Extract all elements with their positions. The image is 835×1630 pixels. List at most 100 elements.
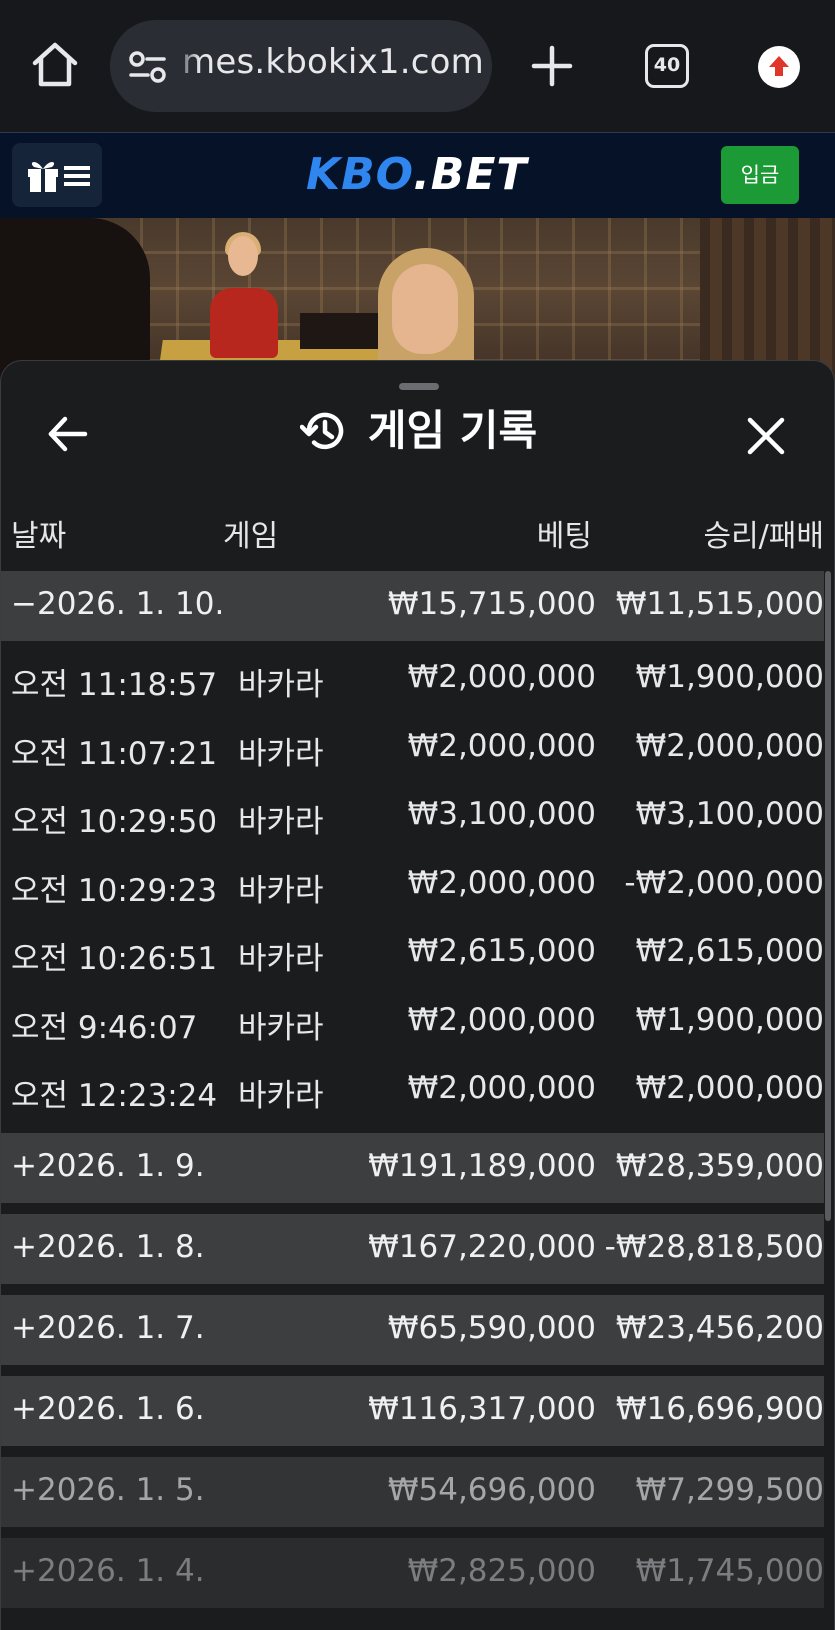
column-header-win-loss: 승리/패배 xyxy=(703,519,824,554)
day-win-loss-total: ₩16,696,900 xyxy=(615,1390,824,1427)
dealer-main-face xyxy=(392,264,458,354)
column-header-date: 날짜 xyxy=(11,519,67,554)
entry-time: 오전 11:07:21 xyxy=(11,735,218,772)
list-item: 오전 11:18:57 바카라 ₩2,000,000 ₩1,900,000 xyxy=(1,647,824,716)
day-bet-total: ₩54,696,000 xyxy=(387,1471,596,1508)
address-bar[interactable]: mes.kbokix1.com xyxy=(110,20,492,112)
entry-win-loss: ₩2,615,000 xyxy=(635,933,824,969)
gift-icon xyxy=(26,158,60,198)
day-date: −2026. 1. 10. xyxy=(11,586,225,622)
entry-game: 바카라 xyxy=(238,941,324,977)
day-win-loss-total: -₩28,818,500 xyxy=(604,1228,824,1265)
list-item: 오전 10:29:50 바카라 ₩3,100,000 ₩3,100,000 xyxy=(1,784,824,853)
tune-icon[interactable] xyxy=(128,50,168,84)
deposit-button[interactable]: 입금 xyxy=(721,146,799,204)
entry-game: 바카라 xyxy=(238,1009,324,1046)
url-text[interactable]: mes.kbokix1.com xyxy=(182,42,484,82)
day-bet-total: ₩2,825,000 xyxy=(407,1552,596,1589)
plus-icon[interactable] xyxy=(530,44,574,88)
entry-time: 오전 12:23:24 xyxy=(11,1078,218,1114)
day-bet-total: ₩15,715,000 xyxy=(387,586,596,622)
entry-game: 바카라 xyxy=(238,735,324,772)
entry-bet: ₩3,100,000 xyxy=(407,796,596,832)
scrollbar[interactable] xyxy=(825,571,831,1221)
column-header-game: 게임 xyxy=(223,519,279,554)
dealer-background xyxy=(210,288,278,358)
entry-win-loss: ₩2,000,000 xyxy=(635,727,824,764)
update-icon[interactable] xyxy=(758,46,800,88)
day-win-loss-total: ₩7,299,500 xyxy=(635,1471,824,1508)
day-row-expanded[interactable]: −2026. 1. 10. ₩15,715,000 ₩11,515,000 xyxy=(1,571,824,641)
day-win-loss-total: ₩28,359,000 xyxy=(615,1147,824,1184)
column-header-bet: 베팅 xyxy=(536,519,592,554)
game-history-sheet: 게임 기록 날짜 게임 베팅 승리/패배 −2026. 1. 10. ₩15,7… xyxy=(0,360,835,1630)
entry-game: 바카라 xyxy=(238,872,324,909)
list-item: 오전 10:29:23 바카라 ₩2,000,000 -₩2,000,000 xyxy=(1,853,824,922)
entry-bet: ₩2,000,000 xyxy=(407,864,596,901)
divider xyxy=(1,1202,824,1214)
close-icon[interactable] xyxy=(745,415,787,457)
day-date: +2026. 1. 4. xyxy=(11,1552,205,1589)
day-bet-total: ₩167,220,000 xyxy=(368,1228,596,1265)
day-row-collapsed[interactable]: +2026. 1. 4. ₩2,825,000 ₩1,745,000 xyxy=(1,1537,824,1608)
entry-bet: ₩2,000,000 xyxy=(407,659,596,695)
sheet-header: 게임 기록 xyxy=(1,401,834,461)
menu-icon xyxy=(64,165,90,191)
day-date: +2026. 1. 9. xyxy=(11,1147,205,1184)
entry-win-loss: ₩1,900,000 xyxy=(635,1001,824,1038)
day-date: +2026. 1. 6. xyxy=(11,1390,205,1427)
drag-handle[interactable] xyxy=(399,383,439,390)
day-row-collapsed[interactable]: +2026. 1. 5. ₩54,696,000 ₩7,299,500 xyxy=(1,1456,824,1527)
divider xyxy=(1,1364,824,1376)
day-win-loss-total: ₩23,456,200 xyxy=(615,1309,824,1346)
day-row-collapsed[interactable]: +2026. 1. 7. ₩65,590,000 ₩23,456,200 xyxy=(1,1294,824,1365)
entry-time: 오전 11:18:57 xyxy=(11,667,218,703)
browser-toolbar: mes.kbokix1.com 40 xyxy=(0,0,835,132)
home-icon[interactable] xyxy=(28,38,82,92)
list-item: 오전 9:46:07 바카라 ₩2,000,000 ₩1,900,000 xyxy=(1,990,824,1059)
list-item: 오전 12:23:24 바카라 ₩2,000,000 ₩2,000,000 xyxy=(1,1058,824,1127)
entry-time: 오전 10:29:50 xyxy=(11,804,218,840)
entry-win-loss: ₩2,000,000 xyxy=(635,1070,824,1106)
divider xyxy=(1,1526,824,1538)
sheet-title: 게임 기록 xyxy=(367,406,538,455)
day-date: +2026. 1. 8. xyxy=(11,1228,205,1265)
day-win-loss-total: ₩11,515,000 xyxy=(615,586,824,622)
entry-win-loss: -₩2,000,000 xyxy=(624,864,824,901)
day-bet-total: ₩191,189,000 xyxy=(368,1147,596,1184)
entry-bet: ₩2,000,000 xyxy=(407,1001,596,1038)
day-entries: 오전 11:18:57 바카라 ₩2,000,000 ₩1,900,000 오전… xyxy=(1,641,824,1133)
tab-count: 40 xyxy=(653,54,681,76)
list-item: 오전 10:26:51 바카라 ₩2,615,000 ₩2,615,000 xyxy=(1,921,824,990)
day-bet-total: ₩65,590,000 xyxy=(387,1309,596,1346)
history-list: −2026. 1. 10. ₩15,715,000 ₩11,515,000 오전… xyxy=(1,571,824,1608)
dealer-background-face xyxy=(228,236,258,276)
day-date: +2026. 1. 7. xyxy=(11,1309,205,1346)
day-row-collapsed[interactable]: +2026. 1. 9. ₩191,189,000 ₩28,359,000 xyxy=(1,1132,824,1203)
divider xyxy=(1,1445,824,1457)
entry-time: 오전 9:46:07 xyxy=(11,1009,198,1046)
day-row-collapsed[interactable]: +2026. 1. 6. ₩116,317,000 ₩16,696,900 xyxy=(1,1375,824,1446)
entry-game: 바카라 xyxy=(238,667,324,703)
day-date: +2026. 1. 5. xyxy=(11,1471,205,1508)
entry-bet: ₩2,000,000 xyxy=(407,727,596,764)
entry-win-loss: ₩1,900,000 xyxy=(635,659,824,695)
entry-time: 오전 10:26:51 xyxy=(11,941,218,977)
entry-game: 바카라 xyxy=(238,804,324,840)
site-logo[interactable]: KBO.BET xyxy=(306,149,527,200)
day-win-loss-total: ₩1,745,000 xyxy=(635,1552,824,1589)
url-fade xyxy=(172,34,200,94)
day-bet-total: ₩116,317,000 xyxy=(368,1390,596,1427)
day-row-collapsed[interactable]: +2026. 1. 8. ₩167,220,000 -₩28,818,500 xyxy=(1,1213,824,1284)
entry-game: 바카라 xyxy=(238,1078,324,1114)
divider xyxy=(1,1283,824,1295)
site-header: KBO.BET 입금 xyxy=(0,132,835,218)
entry-win-loss: ₩3,100,000 xyxy=(635,796,824,832)
history-icon xyxy=(299,407,348,459)
entry-bet: ₩2,615,000 xyxy=(407,933,596,969)
entry-bet: ₩2,000,000 xyxy=(407,1070,596,1106)
entry-time: 오전 10:29:23 xyxy=(11,872,218,909)
menu-button[interactable] xyxy=(12,143,102,207)
list-item: 오전 11:07:21 바카라 ₩2,000,000 ₩2,000,000 xyxy=(1,716,824,785)
tabs-icon[interactable]: 40 xyxy=(645,44,689,88)
